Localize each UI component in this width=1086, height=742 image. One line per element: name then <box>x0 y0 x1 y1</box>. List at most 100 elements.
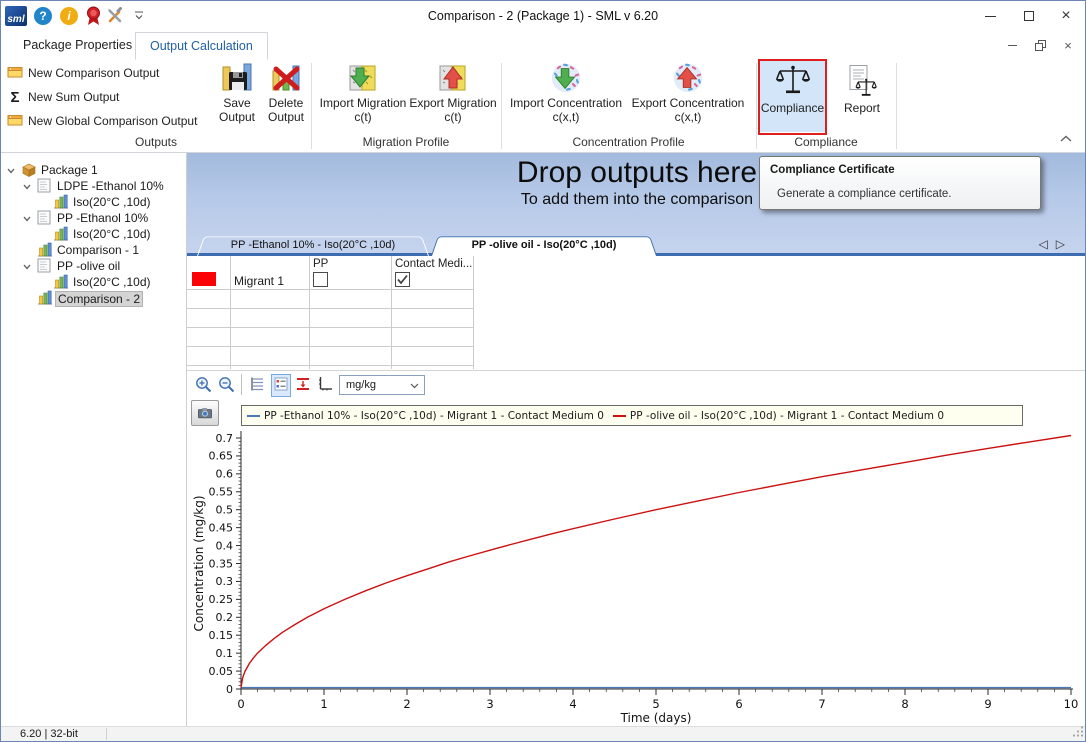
y-tick-label: 0.05 <box>209 665 234 678</box>
mdi-close-button[interactable]: × <box>1057 36 1079 54</box>
y-tick-label: 0.55 <box>209 486 234 499</box>
bar-chart-icon <box>37 290 53 305</box>
limit-lines-toggle-icon[interactable] <box>295 376 311 395</box>
tree-item[interactable]: Iso(20°C ,10d) <box>1 226 185 242</box>
x-tick-label: 5 <box>652 697 659 711</box>
y-tick-label: 0.7 <box>216 432 234 445</box>
tree-item[interactable]: Package 1 <box>1 162 185 178</box>
document-icon <box>37 258 51 273</box>
tree-item-label[interactable]: PP -olive oil <box>55 259 122 273</box>
legend-entry: PP -olive oil - Iso(20°C ,10d) - Migrant… <box>613 410 944 422</box>
group-separator <box>896 63 897 149</box>
status-bar: 6.20 | 32-bit <box>1 726 1085 741</box>
x-axis-title: Time (days) <box>620 711 692 725</box>
x-tick-label: 3 <box>486 697 493 711</box>
chevron-down-icon <box>410 383 419 389</box>
import-concentration-button[interactable]: Import Concentration c(x,t) <box>505 60 627 124</box>
mdi-restore-button[interactable] <box>1029 36 1051 54</box>
import-migration-icon <box>347 60 379 96</box>
report-icon <box>846 61 878 101</box>
tree-item-label[interactable]: Iso(20°C ,10d) <box>71 275 153 289</box>
ribbon-tab-row: Package Properties Output Calculation × <box>1 31 1085 59</box>
tooltip-body: Generate a compliance certificate. <box>777 188 952 200</box>
y-tick-label: 0.25 <box>209 593 234 606</box>
tab-output-calculation[interactable]: Output Calculation <box>135 32 268 60</box>
mdi-minimize-button[interactable] <box>1001 36 1023 54</box>
new-comparison-output-button[interactable]: New Comparison Output <box>7 63 159 83</box>
tree-item-label[interactable]: LDPE -Ethanol 10% <box>55 179 166 193</box>
series-line-1 <box>241 436 1071 688</box>
y-tick-label: 0.5 <box>216 504 234 517</box>
import-concentration-icon <box>549 60 583 96</box>
tree-item-label[interactable]: Iso(20°C ,10d) <box>71 227 153 241</box>
x-tick-label: 6 <box>735 697 742 711</box>
y-tick-label: 0.4 <box>216 539 234 552</box>
tree-item-label[interactable]: Comparison - 2 <box>55 291 143 307</box>
pp-checkbox[interactable] <box>313 272 328 287</box>
tab-pp-ethanol[interactable]: PP -Ethanol 10% - Iso(20°C ,10d) <box>197 235 429 256</box>
snapshot-camera-button[interactable] <box>191 400 219 426</box>
package-icon <box>21 162 37 178</box>
legend-entry: PP -Ethanol 10% - Iso(20°C ,10d) - Migra… <box>247 410 604 422</box>
tab-pp-olive-oil[interactable]: PP -olive oil - Iso(20°C ,10d) <box>431 235 657 256</box>
zoom-in-icon[interactable] <box>195 376 212 396</box>
export-migration-button[interactable]: Export Migration c(t) <box>409 60 497 124</box>
new-global-comparison-output-button[interactable]: New Global Comparison Output <box>7 111 197 131</box>
export-concentration-button[interactable]: Export Concentration c(x,t) <box>627 60 749 124</box>
tree-item[interactable]: PP -Ethanol 10% <box>1 210 185 226</box>
migrant-table: Migrant 1 PP Contact Medi... <box>187 256 1086 371</box>
column-header-pp: PP <box>313 258 328 270</box>
legend-line-swatch <box>247 415 260 417</box>
tab-package-properties[interactable]: Package Properties <box>9 32 146 58</box>
collapse-ribbon-icon[interactable] <box>1059 132 1073 146</box>
new-sum-output-button[interactable]: Σ New Sum Output <box>7 87 119 107</box>
maximize-button[interactable] <box>1012 1 1046 31</box>
save-output-button[interactable]: Save Output <box>213 60 261 124</box>
tree-item[interactable]: Comparison - 1 <box>1 242 185 258</box>
x-tick-label: 9 <box>984 697 991 711</box>
export-concentration-icon <box>671 60 705 96</box>
tree-item-label[interactable]: Comparison - 1 <box>55 243 141 257</box>
zoom-out-icon[interactable] <box>218 376 235 396</box>
tree-item-label[interactable]: Iso(20°C ,10d) <box>71 195 153 209</box>
tab-scroll-arrows[interactable]: ◁▷ <box>1039 237 1073 251</box>
tree-item-label[interactable]: Package 1 <box>39 163 100 177</box>
y-tick-label: 0.35 <box>209 557 234 570</box>
resize-grip[interactable] <box>1072 725 1084 740</box>
axes-toggle-icon[interactable] <box>317 376 333 395</box>
import-migration-button[interactable]: Import Migration c(t) <box>319 60 407 124</box>
tree-item[interactable]: Iso(20°C ,10d) <box>1 274 185 290</box>
x-tick-label: 2 <box>403 697 410 711</box>
ribbon: New Comparison Output Σ New Sum Output N… <box>1 58 1085 153</box>
x-tick-label: 10 <box>1064 697 1079 711</box>
window-title: Comparison - 2 (Package 1) - SML v 6.20 <box>1 1 1085 31</box>
compliance-tooltip: Compliance Certificate Generate a compli… <box>759 156 1041 210</box>
tree-item[interactable]: Iso(20°C ,10d) <box>1 194 185 210</box>
titlebar: sml ? i Comparison - 2 (Package 1) - SML… <box>1 1 1085 31</box>
contact-medium-checkbox[interactable] <box>395 272 410 287</box>
document-icon <box>37 210 51 225</box>
app-window: sml ? i Comparison - 2 (Package 1) - SML… <box>0 0 1086 742</box>
delete-output-button[interactable]: Delete Output <box>261 60 311 124</box>
legend-toggle-icon[interactable] <box>271 374 291 397</box>
y-tick-label: 0 <box>226 683 233 696</box>
save-output-icon <box>221 60 253 96</box>
x-tick-label: 4 <box>569 697 576 711</box>
tree-item[interactable]: Comparison - 2 <box>1 290 185 306</box>
tree-item[interactable]: PP -olive oil <box>1 258 185 274</box>
bar-chart-icon <box>53 226 69 241</box>
group-label-concentration: Concentration Profile <box>501 134 756 150</box>
gridlines-toggle-icon[interactable] <box>249 376 265 395</box>
minimize-button[interactable] <box>973 1 1007 31</box>
migrant-name-cell[interactable]: Migrant 1 <box>234 274 284 288</box>
unit-dropdown[interactable]: mg/kg <box>339 375 425 395</box>
y-axis-title: Concentration (mg/kg) <box>192 496 206 632</box>
bar-chart-icon <box>37 242 53 257</box>
y-tick-label: 0.45 <box>209 521 234 534</box>
tree-item[interactable]: LDPE -Ethanol 10% <box>1 178 185 194</box>
tree-item-label[interactable]: PP -Ethanol 10% <box>55 211 150 225</box>
y-tick-label: 0.2 <box>216 611 234 624</box>
report-button[interactable]: Report <box>835 61 889 115</box>
close-button[interactable]: × <box>1049 1 1083 31</box>
series-color-swatch[interactable] <box>192 272 216 286</box>
